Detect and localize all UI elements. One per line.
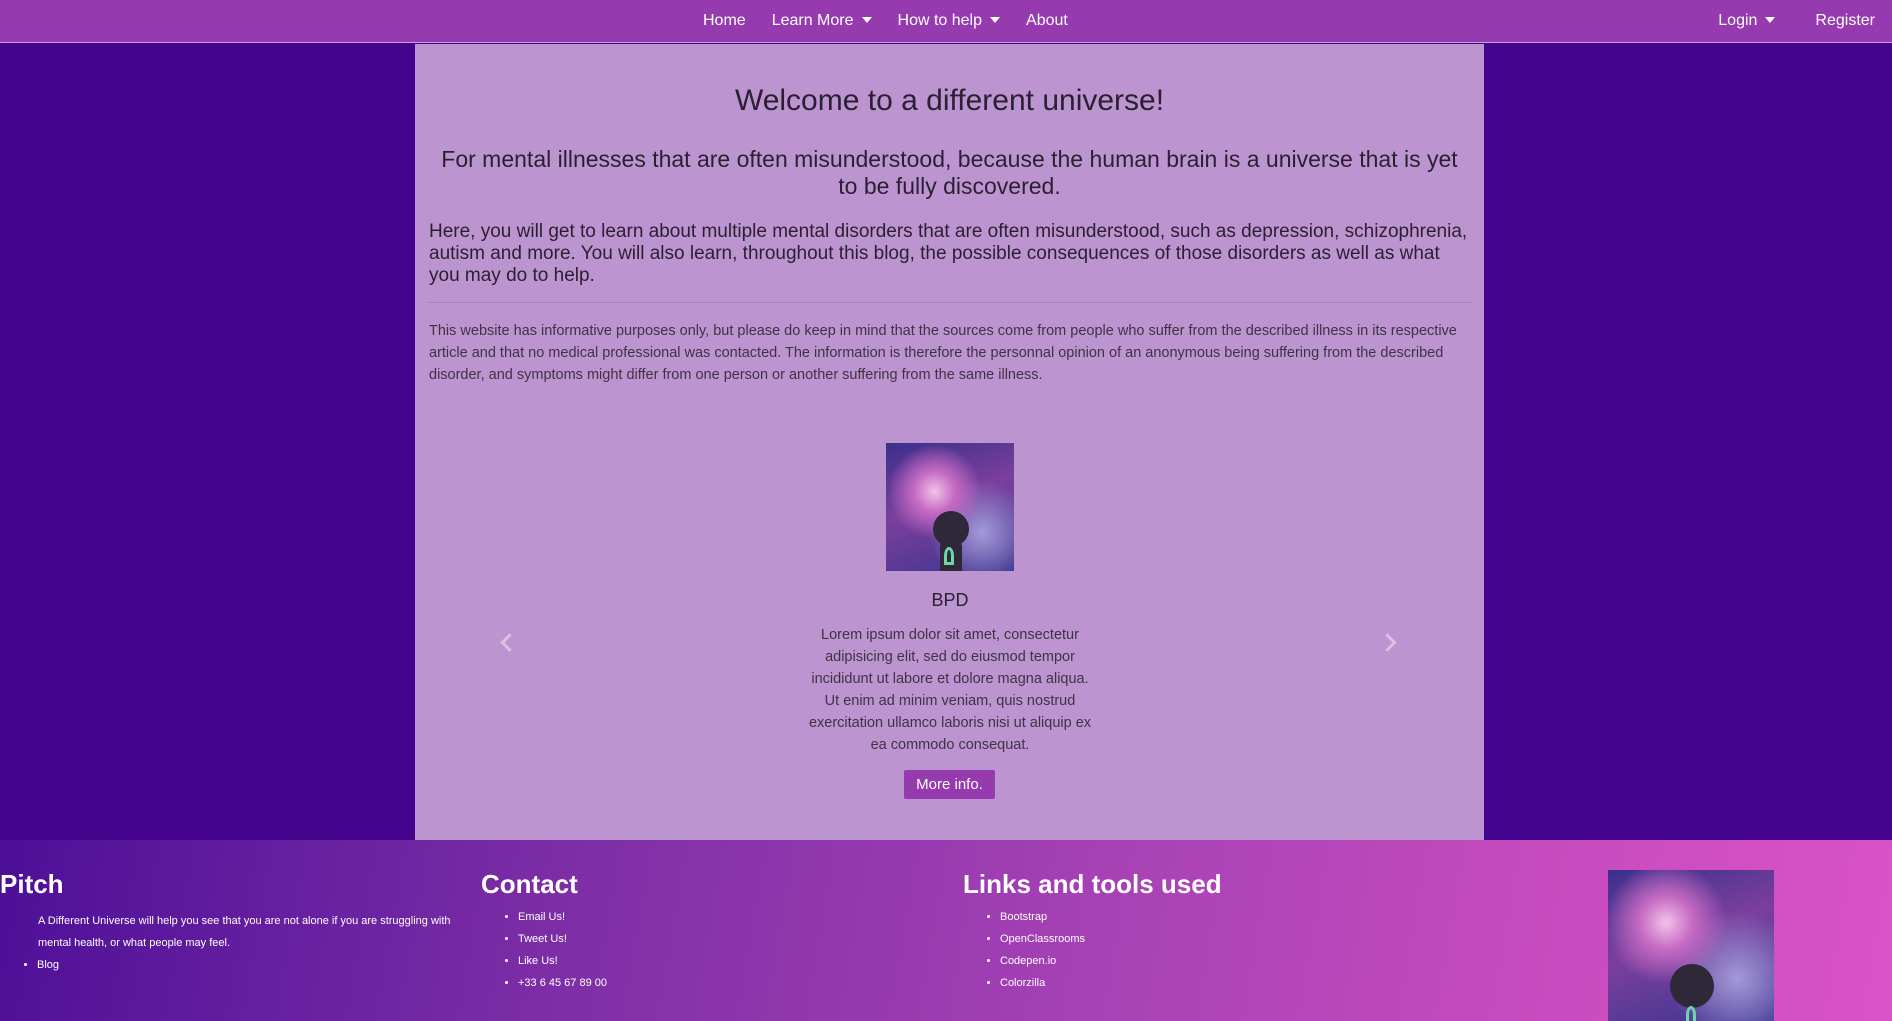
footer-contact-list: Email Us! Tweet Us! Like Us! +33 6 45 67… — [481, 906, 607, 994]
nav-learn-more[interactable]: Learn More — [759, 12, 885, 30]
nav-home[interactable]: Home — [690, 12, 759, 30]
carousel-image — [886, 443, 1014, 571]
footer-contact-title: Contact — [481, 869, 578, 899]
carousel-next-icon[interactable] — [1378, 633, 1397, 652]
footer-link-codepen[interactable]: Codepen.io — [1000, 950, 1222, 972]
footer-pitch: Pitch A Different Universe will help you… — [0, 870, 458, 976]
nav-how-to-help[interactable]: How to help — [885, 12, 1014, 30]
footer-links-list: Bootstrap OpenClassrooms Codepen.io Colo… — [963, 906, 1222, 994]
footer-pitch-title: Pitch — [0, 869, 64, 899]
intro-text: Here, you will get to learn about multip… — [429, 221, 1468, 286]
nav-how-to-help-label: How to help — [897, 12, 983, 29]
footer: Pitch A Different Universe will help you… — [0, 840, 1892, 1021]
footer-contact: Contact Email Us! Tweet Us! Like Us! +33… — [481, 870, 607, 994]
more-info-button[interactable]: More info. — [904, 770, 995, 799]
ribbon-icon — [1686, 1006, 1696, 1021]
navbar: Home Learn More How to help About Login … — [0, 0, 1892, 43]
nav-right: Login Register — [1705, 0, 1888, 42]
page-subtitle: For mental illnesses that are often misu… — [441, 146, 1458, 199]
footer-link-tweet[interactable]: Tweet Us! — [518, 928, 607, 950]
footer-links: Links and tools used Bootstrap OpenClass… — [963, 870, 1222, 994]
nav-login-label: Login — [1718, 12, 1758, 29]
ribbon-icon — [944, 547, 954, 565]
carousel-prev-icon[interactable] — [500, 633, 519, 652]
caret-down-icon — [861, 17, 872, 23]
divider — [429, 302, 1473, 303]
footer-link-bootstrap[interactable]: Bootstrap — [1000, 906, 1222, 928]
footer-phone[interactable]: +33 6 45 67 89 00 — [518, 972, 607, 994]
footer-link-openclassrooms[interactable]: OpenClassrooms — [1000, 928, 1222, 950]
carousel-title: BPD — [931, 590, 969, 610]
footer-pitch-text: A Different Universe will help you see t… — [38, 915, 451, 949]
footer-logo-image — [1608, 870, 1774, 1021]
disclaimer-text: This website has informative purposes on… — [429, 323, 1457, 383]
nav-center: Home Learn More How to help About — [690, 0, 1081, 42]
nav-register[interactable]: Register — [1802, 12, 1888, 30]
nav-about[interactable]: About — [1013, 12, 1081, 30]
nav-learn-more-label: Learn More — [771, 12, 854, 29]
footer-link-blog[interactable]: Blog — [37, 954, 458, 976]
carousel-text: Lorem ipsum dolor sit amet, consectetur … — [808, 627, 1092, 753]
footer-link-like[interactable]: Like Us! — [518, 950, 607, 972]
main-panel: Welcome to a different universe! For men… — [415, 44, 1484, 840]
footer-links-title: Links and tools used — [963, 869, 1222, 899]
footer-pitch-list: Blog — [0, 954, 458, 976]
footer-link-email[interactable]: Email Us! — [518, 906, 607, 928]
page-title: Welcome to a different universe! — [734, 84, 1165, 117]
nav-about-label: About — [1026, 12, 1068, 29]
nav-login[interactable]: Login — [1705, 12, 1788, 30]
footer-link-colorzilla[interactable]: Colorzilla — [1000, 972, 1222, 994]
silhouette-head — [1670, 964, 1714, 1008]
caret-down-icon — [1765, 17, 1776, 23]
nav-home-label: Home — [703, 12, 746, 29]
caret-down-icon — [990, 17, 1001, 23]
